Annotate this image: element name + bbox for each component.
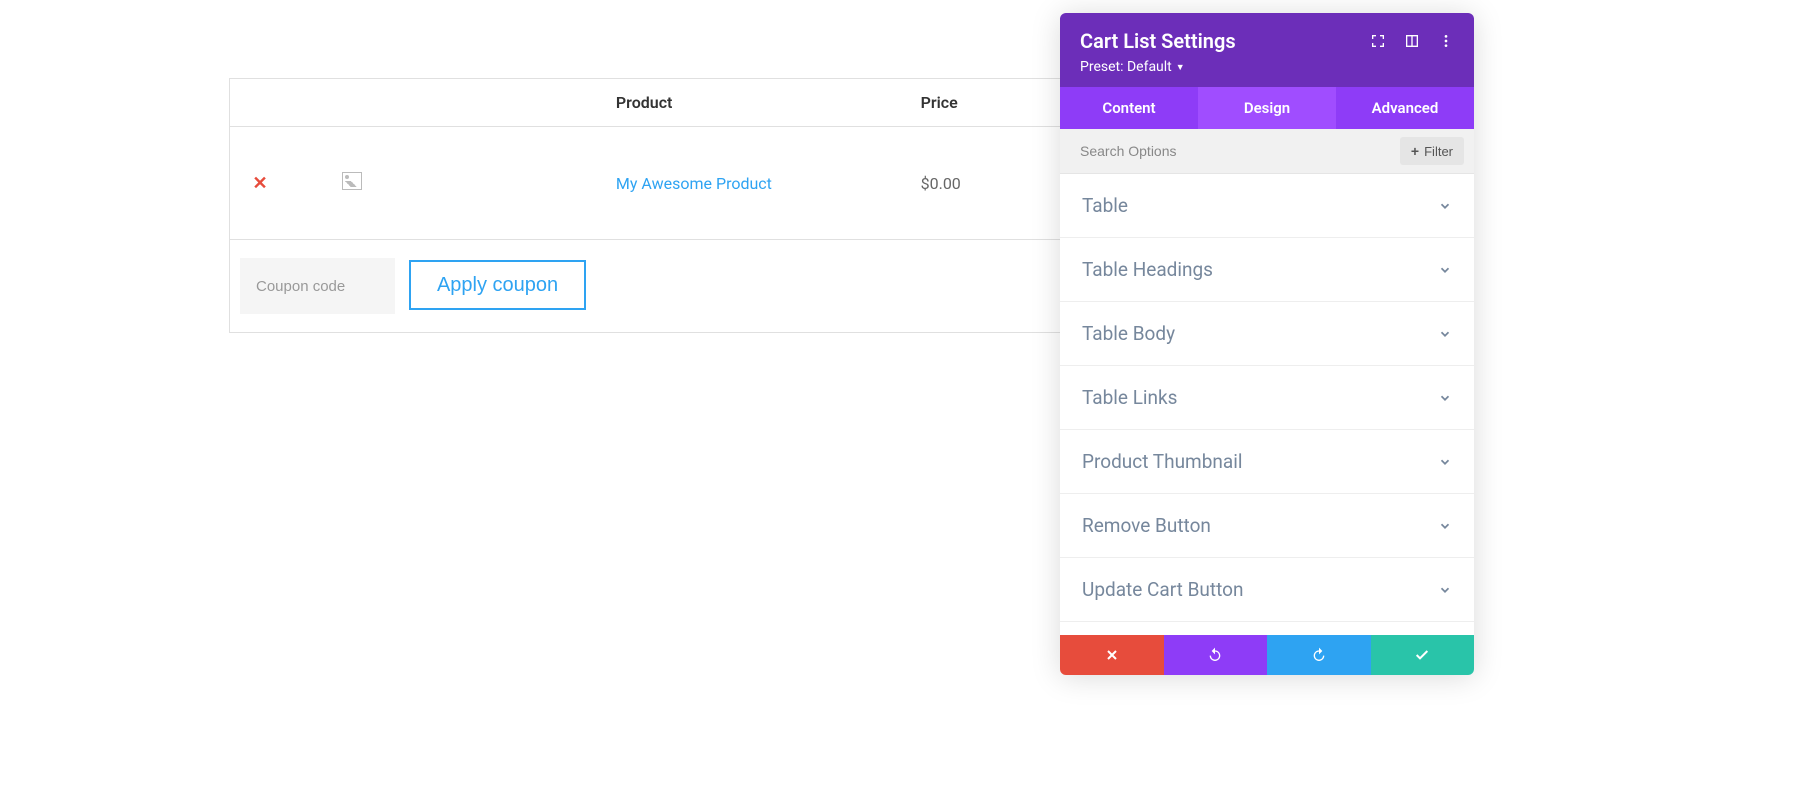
- section-table-headings[interactable]: Table Headings: [1060, 238, 1474, 302]
- product-link[interactable]: My Awesome Product: [616, 174, 772, 193]
- tabs: Content Design Advanced: [1060, 87, 1474, 129]
- columns-icon[interactable]: [1404, 33, 1420, 49]
- section-label: Product Thumbnail: [1082, 450, 1242, 473]
- caret-down-icon: ▼: [1176, 62, 1185, 73]
- tab-design[interactable]: Design: [1198, 87, 1336, 129]
- apply-coupon-button[interactable]: Apply coupon: [409, 260, 586, 310]
- section-table-links[interactable]: Table Links: [1060, 366, 1474, 430]
- coupon-input[interactable]: [240, 258, 395, 314]
- section-label: Update Cart Button: [1082, 578, 1243, 601]
- panel-title: Cart List Settings: [1080, 29, 1236, 53]
- chevron-down-icon: [1438, 199, 1452, 213]
- col-remove: [230, 79, 322, 127]
- remove-button[interactable]: ✕: [250, 173, 270, 194]
- panel-header: Cart List Settings Preset: Default ▼: [1060, 13, 1474, 87]
- chevron-down-icon: [1438, 519, 1452, 533]
- more-icon[interactable]: [1438, 33, 1454, 49]
- chevron-down-icon: [1438, 583, 1452, 597]
- section-label: Table Links: [1082, 386, 1177, 409]
- section-remove-button[interactable]: Remove Button: [1060, 494, 1474, 558]
- section-update-cart-button[interactable]: Update Cart Button: [1060, 558, 1474, 622]
- tab-advanced[interactable]: Advanced: [1336, 87, 1474, 129]
- check-icon: [1414, 647, 1430, 663]
- expand-icon[interactable]: [1370, 33, 1386, 49]
- filter-label: Filter: [1424, 144, 1453, 159]
- plus-icon: +: [1411, 143, 1419, 159]
- preset-selector[interactable]: Preset: Default ▼: [1080, 59, 1454, 75]
- close-icon: [1104, 647, 1120, 663]
- redo-icon: [1311, 647, 1327, 663]
- redo-button[interactable]: [1267, 635, 1371, 675]
- image-placeholder-icon: [342, 172, 362, 190]
- section-table-body[interactable]: Table Body: [1060, 302, 1474, 366]
- section-label: Table Body: [1082, 322, 1175, 345]
- section-label: Table: [1082, 194, 1128, 217]
- col-thumbnail: [322, 79, 596, 127]
- section-label: Remove Button: [1082, 514, 1211, 537]
- col-product: Product: [596, 79, 901, 127]
- save-button[interactable]: [1371, 635, 1475, 675]
- section-table[interactable]: Table: [1060, 174, 1474, 238]
- section-label: Table Headings: [1082, 258, 1213, 281]
- undo-icon: [1207, 647, 1223, 663]
- chevron-down-icon: [1438, 327, 1452, 341]
- chevron-down-icon: [1438, 391, 1452, 405]
- panel-footer: [1060, 635, 1474, 675]
- settings-panel: Cart List Settings Preset: Default ▼ Con…: [1060, 13, 1474, 675]
- sections-list[interactable]: Table Table Headings Table Body Table Li…: [1060, 174, 1474, 635]
- section-product-thumbnail[interactable]: Product Thumbnail: [1060, 430, 1474, 494]
- search-row: + Filter: [1060, 129, 1474, 174]
- search-input[interactable]: [1080, 143, 1400, 159]
- cancel-button[interactable]: [1060, 635, 1164, 675]
- tab-content[interactable]: Content: [1060, 87, 1198, 129]
- filter-button[interactable]: + Filter: [1400, 137, 1464, 165]
- chevron-down-icon: [1438, 263, 1452, 277]
- undo-button[interactable]: [1164, 635, 1268, 675]
- preset-label: Preset: Default: [1080, 59, 1172, 75]
- chevron-down-icon: [1438, 455, 1452, 469]
